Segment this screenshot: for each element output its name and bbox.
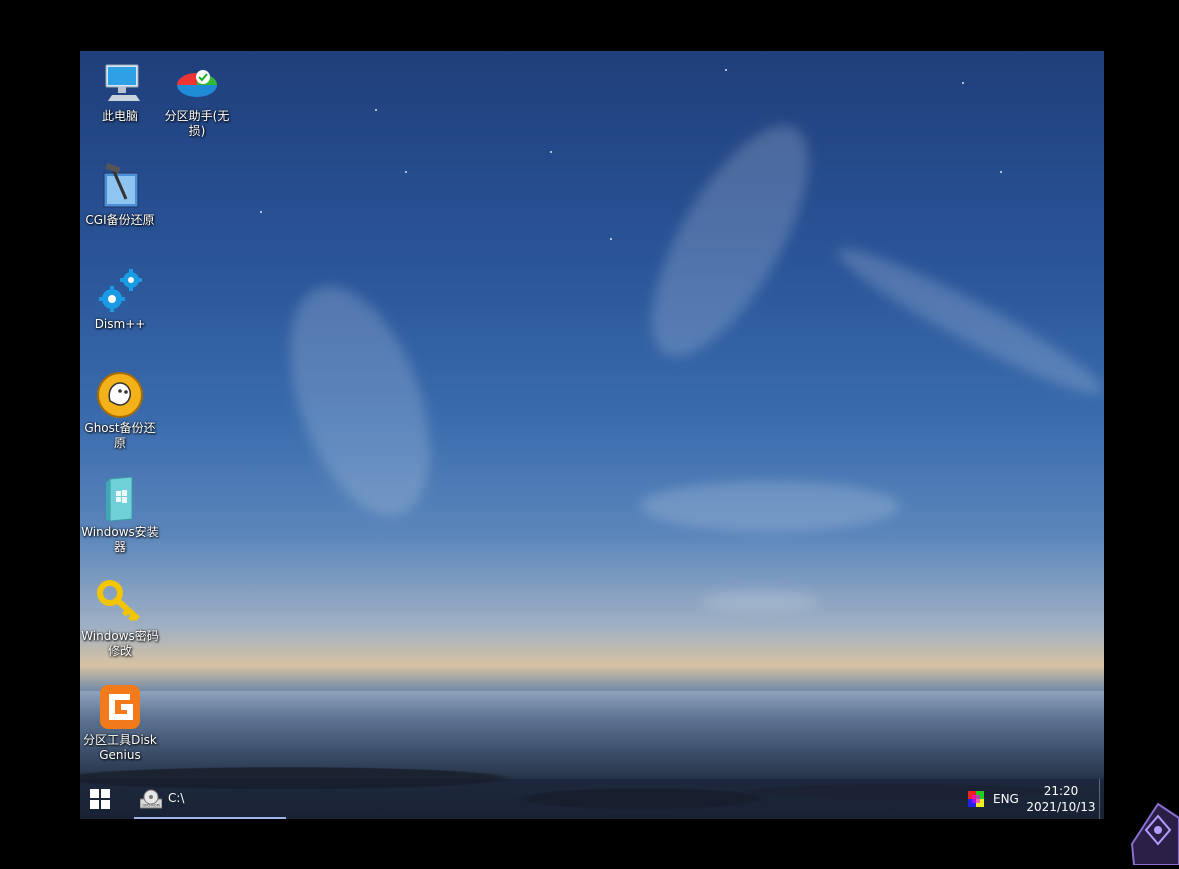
desktop-icon-label: Ghost备份还原: [84, 421, 156, 450]
partition-assistant-icon: [173, 59, 221, 107]
windows-logo-icon[interactable]: [90, 789, 110, 809]
taskbar-app-label: C:\: [168, 791, 185, 805]
ghost-icon: [96, 371, 144, 419]
cgi-backup-icon: [96, 162, 144, 211]
key-icon: [96, 579, 144, 627]
desktop-icon-partition-assistant[interactable]: 分区助手(无损): [157, 59, 237, 139]
clock[interactable]: 21:20 2021/10/13: [1024, 783, 1098, 815]
computer-icon: [96, 59, 144, 107]
taskbar: DVD-ROM C:\ ENG 21:20 2021/10/13: [80, 779, 1104, 819]
desktop-icon-cgi-backup[interactable]: CGI备份还原: [80, 162, 160, 228]
dvd-label: DVD-ROM: [142, 804, 159, 808]
desktop-icon-dism[interactable]: Dism++: [80, 267, 160, 332]
corner-badge-icon: [1128, 800, 1179, 866]
desktop-icon-this-pc[interactable]: 此电脑: [80, 59, 160, 124]
clock-time: 21:20: [1043, 784, 1079, 798]
desktop-icon-label: Windows安装器: [81, 525, 159, 554]
language-indicator[interactable]: ENG: [993, 792, 1019, 806]
color-palette-icon[interactable]: [968, 791, 984, 807]
desktop-icon-windows-installer[interactable]: Windows安装器: [80, 475, 160, 555]
desktop-icon-label: 分区助手(无损): [164, 109, 230, 138]
desktop-icon-label: CGI备份还原: [85, 213, 155, 227]
desktop-icon-label: 分区工具DiskGenius: [83, 733, 157, 762]
desktop-icon-label: Windows密码修改: [81, 629, 159, 658]
desktop-icon-ghost[interactable]: Ghost备份还原: [80, 371, 160, 451]
desktop-screen: 此电脑 分区助手(无损) CGI备份还原 Dism++ Ghost备份还原 Wi…: [80, 51, 1104, 819]
taskbar-app-drive-c[interactable]: DVD-ROM C:\: [134, 779, 286, 819]
active-indicator: [134, 817, 286, 819]
desktop-icon-password-change[interactable]: Windows密码修改: [80, 579, 160, 659]
installer-box-icon: [96, 475, 144, 523]
desktop-icon-label: Dism++: [94, 317, 146, 331]
diskgenius-icon: [96, 683, 144, 731]
desktop-icon-label: 此电脑: [101, 109, 138, 123]
desktop-icon-diskgenius[interactable]: 分区工具DiskGenius: [80, 683, 160, 763]
dvd-drive-icon: DVD-ROM: [139, 789, 163, 809]
clock-date: 2021/10/13: [1026, 800, 1096, 814]
gears-icon: [96, 267, 144, 315]
show-desktop-button[interactable]: [1099, 779, 1104, 819]
